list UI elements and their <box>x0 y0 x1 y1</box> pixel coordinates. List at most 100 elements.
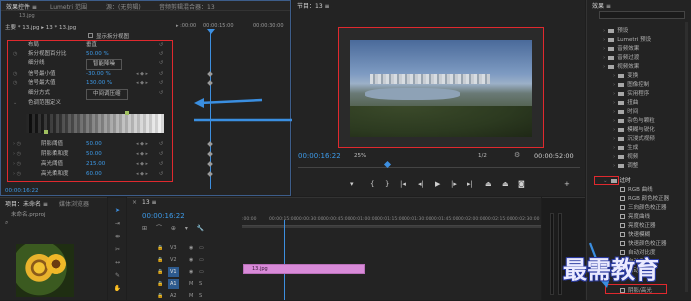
chevron-down-icon[interactable]: ⌄ <box>13 99 17 108</box>
effect-item[interactable]: 三向颜色校正器 <box>617 204 667 213</box>
chevron-right-icon[interactable]: › <box>613 100 615 106</box>
keyframe-nav-icon[interactable]: ◂ ◆ ▸ <box>136 79 148 88</box>
chevron-right-icon[interactable]: › <box>613 145 615 151</box>
effects-folder-item[interactable]: › 图像控制 <box>613 81 649 90</box>
sync-lock-icon[interactable]: ▭ <box>199 255 204 265</box>
lock-icon[interactable]: 🔒 <box>157 255 163 265</box>
prop-value[interactable]: 智能降噪 <box>86 59 123 70</box>
keyframe-nav-icon[interactable]: ◂ ◆ ▸ <box>136 150 148 159</box>
slip-tool-icon[interactable]: ↔ <box>113 258 122 267</box>
prop-value[interactable]: 50.00 <box>86 150 102 159</box>
prop-row-highlight-threshold[interactable]: › ◷ 高光阈值 215.00 ◂ ◆ ▸ ↺ <box>1 160 290 169</box>
timeline-ruler[interactable]: :00:00 00:00:15:00 00:00:30:00 00:00:45:00 0… <box>242 217 541 226</box>
timeline-timecode[interactable]: 00:00:16:22 <box>142 212 185 220</box>
tab-effect-controls[interactable]: 效果控件 ≡ <box>6 2 37 11</box>
effects-folder-item[interactable]: › 视频 <box>613 153 638 162</box>
export-frame-icon[interactable]: ◙ <box>518 180 525 188</box>
eye-icon[interactable]: ◉ <box>189 267 193 277</box>
track-select-tool-icon[interactable]: ⇥ <box>113 219 122 228</box>
tab-project[interactable]: 项目：未命名 ≡ <box>5 199 48 208</box>
effect-item[interactable]: RGB 颜色校正器 <box>617 195 669 204</box>
effects-folder-item[interactable]: › 视频效果 <box>603 63 639 72</box>
track-label[interactable]: V3 <box>168 243 179 253</box>
search-icon[interactable]: ⌕ <box>5 219 8 227</box>
split-view-checkbox[interactable] <box>88 33 93 38</box>
prop-value[interactable]: 130.00 % <box>86 79 112 88</box>
stopwatch-icon[interactable]: ◷ <box>13 79 17 88</box>
tab-media-browser[interactable]: 媒体浏览器 <box>59 199 89 208</box>
stopwatch-icon[interactable]: › ◷ <box>13 170 21 179</box>
keyframe-nav-icon[interactable]: ◂ ◆ ▸ <box>136 70 148 79</box>
reset-icon[interactable]: ↺ <box>159 41 163 50</box>
add-marker-icon[interactable]: ▾ <box>185 225 188 232</box>
prop-row-shadow-threshold[interactable]: › ◷ 阴影阈值 50.00 ◂ ◆ ▸ ↺ <box>1 140 290 149</box>
ec-playhead-head[interactable] <box>207 29 215 34</box>
reset-icon[interactable]: ↺ <box>159 160 163 169</box>
tab-lumetri-scopes[interactable]: Lumetri 范围 <box>50 2 87 11</box>
reset-icon[interactable]: ↺ <box>159 50 163 59</box>
eye-icon[interactable]: ◉ <box>189 243 193 253</box>
reset-icon[interactable]: ↺ <box>159 140 163 149</box>
lock-icon[interactable]: 🔒 <box>157 267 163 277</box>
reset-icon[interactable]: ↺ <box>159 59 163 68</box>
stopwatch-icon[interactable]: › ◷ <box>13 160 21 169</box>
prop-value[interactable]: 50.00 % <box>86 50 109 59</box>
ec-current-timecode[interactable]: 00:00:16:22 <box>5 188 39 194</box>
go-to-out-icon[interactable]: ▸| <box>467 180 473 188</box>
program-scrubber[interactable] <box>298 164 580 168</box>
track-header[interactable]: 🔒 V2 ◉ ▭ <box>151 255 241 265</box>
tab-audio-clip-mixer[interactable]: 音频剪辑混合器：13 <box>159 2 215 11</box>
clip-path[interactable]: 主要 * 13.jpg ▸ 13 * 13.jpg <box>5 23 76 31</box>
track-header[interactable]: 🔒 V3 ◉ ▭ <box>151 243 241 253</box>
sync-lock-icon[interactable]: ▭ <box>199 267 204 277</box>
chevron-right-icon[interactable]: › <box>613 127 615 133</box>
wrench-icon[interactable]: 🔧 <box>197 225 204 232</box>
prop-row-split-percent[interactable]: ◷ 拆分视图百分比 50.00 % ↺ <box>1 50 290 59</box>
effect-item[interactable]: 快速颜色校正器 <box>617 240 667 249</box>
chevron-right-icon[interactable]: › <box>603 37 605 43</box>
prop-value[interactable]: 50.00 <box>86 140 102 149</box>
chevron-right-icon[interactable]: › <box>613 154 615 160</box>
effects-folder-item[interactable]: › 预设 <box>603 27 628 36</box>
extract-icon[interactable]: ⏏ <box>502 180 509 188</box>
chevron-right-icon[interactable]: › <box>613 118 615 124</box>
play-icon[interactable]: ▶ <box>435 180 440 188</box>
add-marker-icon[interactable]: ▾ <box>350 180 354 188</box>
split-view-checkbox-area[interactable]: 显示拆分视图 <box>88 32 178 40</box>
timeline-playhead[interactable] <box>284 220 285 300</box>
chevron-right-icon[interactable]: › <box>613 136 615 142</box>
effects-folder-item[interactable]: › 杂色与颗粒 <box>613 117 655 126</box>
chevron-right-icon[interactable]: › <box>613 91 615 97</box>
effects-folder-item[interactable]: › 音频效果 <box>603 45 639 54</box>
reset-icon[interactable]: ↺ <box>159 79 163 88</box>
project-thumbnail[interactable] <box>16 244 74 297</box>
mark-in-icon[interactable]: { <box>370 180 374 188</box>
program-monitor-title[interactable]: 节目：13 ≡ <box>297 1 330 10</box>
effects-folder-item[interactable]: › 生成 <box>613 144 638 153</box>
track-header[interactable]: 🔒 A1 M S <box>151 279 241 289</box>
solo-icon[interactable]: S <box>199 279 202 289</box>
effects-folder-item[interactable]: › 变换 <box>613 72 638 81</box>
reset-icon[interactable]: ↺ <box>159 89 163 98</box>
stopwatch-icon[interactable]: ◷ <box>13 50 17 59</box>
mute-icon[interactable]: M <box>189 279 193 289</box>
effects-folder-item[interactable]: › 音频过渡 <box>603 54 639 63</box>
nest-icon[interactable]: ⊞ <box>142 225 147 232</box>
effects-folder-item[interactable]: › 扭曲 <box>613 99 638 108</box>
chevron-right-icon[interactable]: › <box>613 82 615 88</box>
chevron-right-icon[interactable]: › <box>603 55 605 61</box>
effects-search-input[interactable] <box>599 11 685 19</box>
sync-lock-icon[interactable]: ▭ <box>199 243 204 253</box>
chevron-right-icon[interactable]: › <box>613 163 615 169</box>
prop-row-subdivision[interactable]: 细分线 智能降噪 ↺ <box>1 59 290 70</box>
keyframe-nav-icon[interactable]: ◂ ◆ ▸ <box>136 170 148 179</box>
effects-panel-title[interactable]: 效果 ≡ <box>592 1 611 10</box>
lift-icon[interactable]: ⏏ <box>485 180 492 188</box>
effects-folder-item[interactable]: › 模糊与锐化 <box>613 126 655 135</box>
effect-item[interactable]: 亮度校正器 <box>617 222 656 231</box>
zoom-select[interactable]: 25% <box>354 153 366 159</box>
quality-select[interactable]: 1/2 <box>478 153 487 159</box>
chevron-right-icon[interactable]: › <box>603 64 605 70</box>
stopwatch-icon[interactable]: › ◷ <box>13 150 21 159</box>
reset-icon[interactable]: ↺ <box>159 150 163 159</box>
